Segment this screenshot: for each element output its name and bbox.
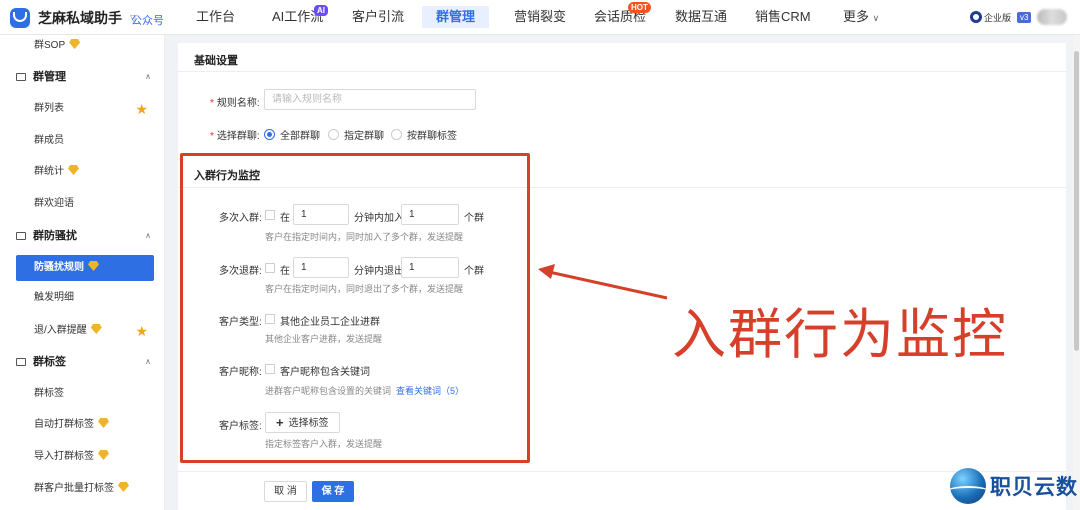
sidebar-item-label: 群SOP [34,40,66,51]
annotation-label: 入群行为监控 [672,303,1008,366]
radio-specific-groups[interactable]: 指定群聊 [328,127,384,142]
sidebar-item-label: 群成员 [34,135,64,146]
brand-logo-icon [10,8,30,28]
sidebar-item-label: 群客户批量打标签 [34,483,114,494]
brand[interactable]: 芝麻私域助手 ▽ [10,8,137,28]
watermark: 职贝云数 [950,468,1078,504]
nav-item-marketing-fission[interactable]: 营销裂变 [514,6,566,28]
chevron-up-icon: ∧ [145,231,151,240]
chevron-down-icon: ∨ [872,13,880,23]
sidebar-group-label: 群管理 [33,71,66,83]
sidebar-item-label: 群列表 [34,103,64,114]
premium-diamond-icon [88,261,99,271]
sidebar-group-group-management[interactable]: 群管理 ∧ [0,64,164,90]
tag-icon [16,358,26,366]
sidebar-item-group-members[interactable]: 群成员 [0,128,164,154]
premium-diamond-icon [69,39,81,49]
radio-by-group-tag[interactable]: 按群聊标签 [391,127,457,142]
scrollbar[interactable] [1073,35,1080,510]
radio-label: 全部群聊 [280,131,320,142]
sidebar-item-label: 触发明细 [34,292,74,303]
watermark-logo-icon [950,468,986,504]
basic-settings-title: 基础设置 [194,55,238,67]
sidebar-item-label: 群标签 [34,388,64,399]
watermark-text: 职贝云数 [990,476,1078,499]
rule-name-label: * 规则名称: [210,98,260,109]
sidebar-item-group-tags[interactable]: 群标签 [0,381,164,407]
hot-badge: HOT [628,2,651,13]
premium-diamond-icon [98,418,109,428]
nav-item-data-interop[interactable]: 数据互通 [675,6,727,28]
sidebar-item-label: 群统计 [34,166,64,177]
sidebar-item-group-list[interactable]: 群列表 ★ [0,96,164,122]
annotation-arrow-icon [538,264,668,300]
select-group-label: * 选择群聊: [210,131,260,142]
scrollbar-thumb[interactable] [1074,51,1079,351]
sidebar-item-group-stats[interactable]: 群统计 [0,159,164,185]
chevron-up-icon: ∧ [145,72,151,81]
star-icon[interactable]: ★ [135,96,148,122]
sidebar-group-anti-harassment[interactable]: 群防骚扰 ∧ [0,223,164,249]
nav-item-more[interactable]: 更多 ∨ [843,6,879,28]
save-button[interactable]: 保 存 [312,481,354,502]
brand-name: 芝麻私域助手 [38,10,122,26]
sidebar-item-anti-harassment-rules[interactable]: 防骚扰规则 [16,255,154,281]
premium-diamond-icon [90,324,102,334]
sidebar-item-trigger-details[interactable]: 触发明细 [0,285,164,311]
premium-diamond-icon [98,450,109,460]
annotation-highlight-box [180,153,530,463]
sidebar-group-label: 群防骚扰 [33,230,77,242]
rule-name-label-text: 规则名称: [216,98,260,109]
cancel-button[interactable]: 取 消 [264,481,307,502]
sidebar: 群SOP 群管理 ∧ 群列表 ★ 群成员 群统计 群欢迎语 群防骚扰 ∧ 防骚扰规则 … [0,35,165,510]
nav-item-customer-acquisition[interactable]: 客户引流 [352,6,404,28]
edition-label: 企业版 [984,12,1012,23]
nav-item-sales-crm[interactable]: 销售CRM [755,6,811,28]
sidebar-item-auto-tag[interactable]: 自动打群标签 [0,412,164,438]
sidebar-group-label: 群标签 [33,356,66,368]
radio-label: 按群聊标签 [407,131,457,142]
nav-item-workbench[interactable]: 工作台 [196,6,235,28]
nav-more-label: 更多 [843,9,870,24]
chevron-up-icon: ∧ [145,357,151,366]
premium-diamond-icon [118,482,129,492]
sidebar-item-label: 群欢迎语 [34,198,74,209]
nav-item-group-management[interactable]: 群管理 [422,6,490,28]
public-account-link[interactable]: 公众号 [131,12,164,28]
radio-icon [328,129,339,140]
radio-label: 指定群聊 [344,131,384,142]
sidebar-item-label: 退/入群提醒 [34,325,87,336]
account-area[interactable]: 企业版 v3 [970,9,1068,25]
sidebar-item-batch-tag[interactable]: 群客户批量打标签 [0,476,164,502]
sidebar-item-group-sop[interactable]: 群SOP [0,35,164,59]
top-navigation-bar: 芝麻私域助手 ▽ 公众号 工作台 AI工作流 AI 客户引流 群管理 营销裂变 … [0,0,1080,35]
sidebar-item-import-tag[interactable]: 导入打群标签 [0,444,164,470]
radio-all-groups[interactable]: 全部群聊 [264,127,320,142]
sidebar-item-label: 导入打群标签 [34,451,94,462]
sidebar-item-join-leave-alert[interactable]: 退/入群提醒 ★ [0,318,164,344]
divider [178,471,1066,472]
sidebar-item-group-welcome[interactable]: 群欢迎语 [0,191,164,217]
sidebar-group-group-tags[interactable]: 群标签 ∧ [0,349,164,375]
radio-selected-icon [264,129,275,140]
select-group-label-text: 选择群聊: [216,131,260,142]
version-badge: v3 [1017,11,1032,23]
enterprise-icon [970,11,982,23]
avatar[interactable] [1037,9,1068,25]
ai-badge: AI [314,5,328,16]
shield-icon [16,232,26,240]
rule-name-input[interactable] [264,89,476,110]
group-icon [16,73,26,81]
premium-diamond-icon [68,165,79,175]
star-icon[interactable]: ★ [135,318,148,344]
divider [178,71,1066,72]
radio-icon [391,129,402,140]
sidebar-item-label: 防骚扰规则 [34,262,84,273]
sidebar-item-label: 自动打群标签 [34,419,94,430]
